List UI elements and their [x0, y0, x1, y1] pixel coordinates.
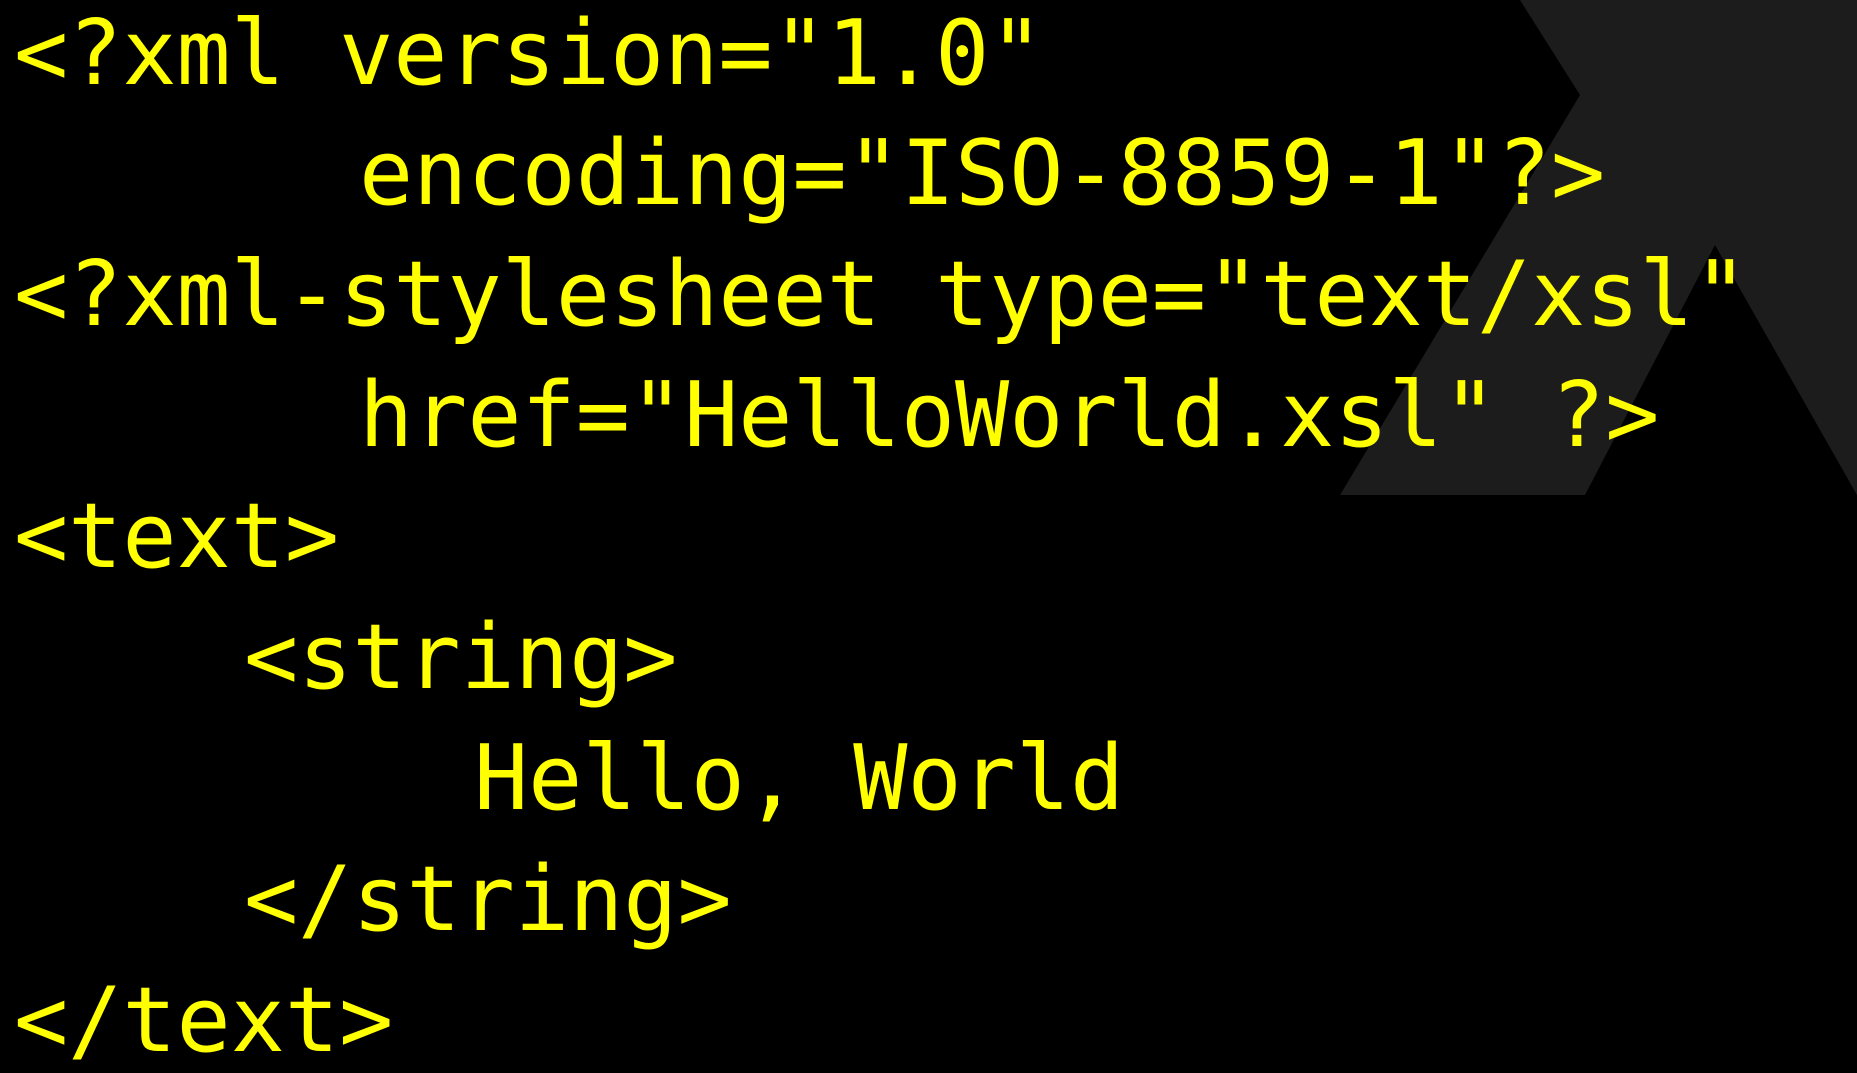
code-line-9: </text> [14, 968, 394, 1073]
code-line-2: encoding="ISO-8859-1"?> [359, 121, 1606, 226]
code-line-3: <?xml-stylesheet type="text/xsl" [14, 242, 1748, 347]
code-line-6: <string> [244, 605, 678, 710]
code-line-5: <text> [14, 484, 340, 589]
xml-code-block: <?xml version="1.0" encoding="ISO-8859-1… [0, 0, 1857, 1071]
code-line-4: href="HelloWorld.xsl" ?> [359, 363, 1660, 468]
code-line-8: </string> [244, 847, 732, 952]
code-line-1: <?xml version="1.0" [14, 1, 1044, 106]
code-line-7: Hello, World [474, 726, 1125, 831]
